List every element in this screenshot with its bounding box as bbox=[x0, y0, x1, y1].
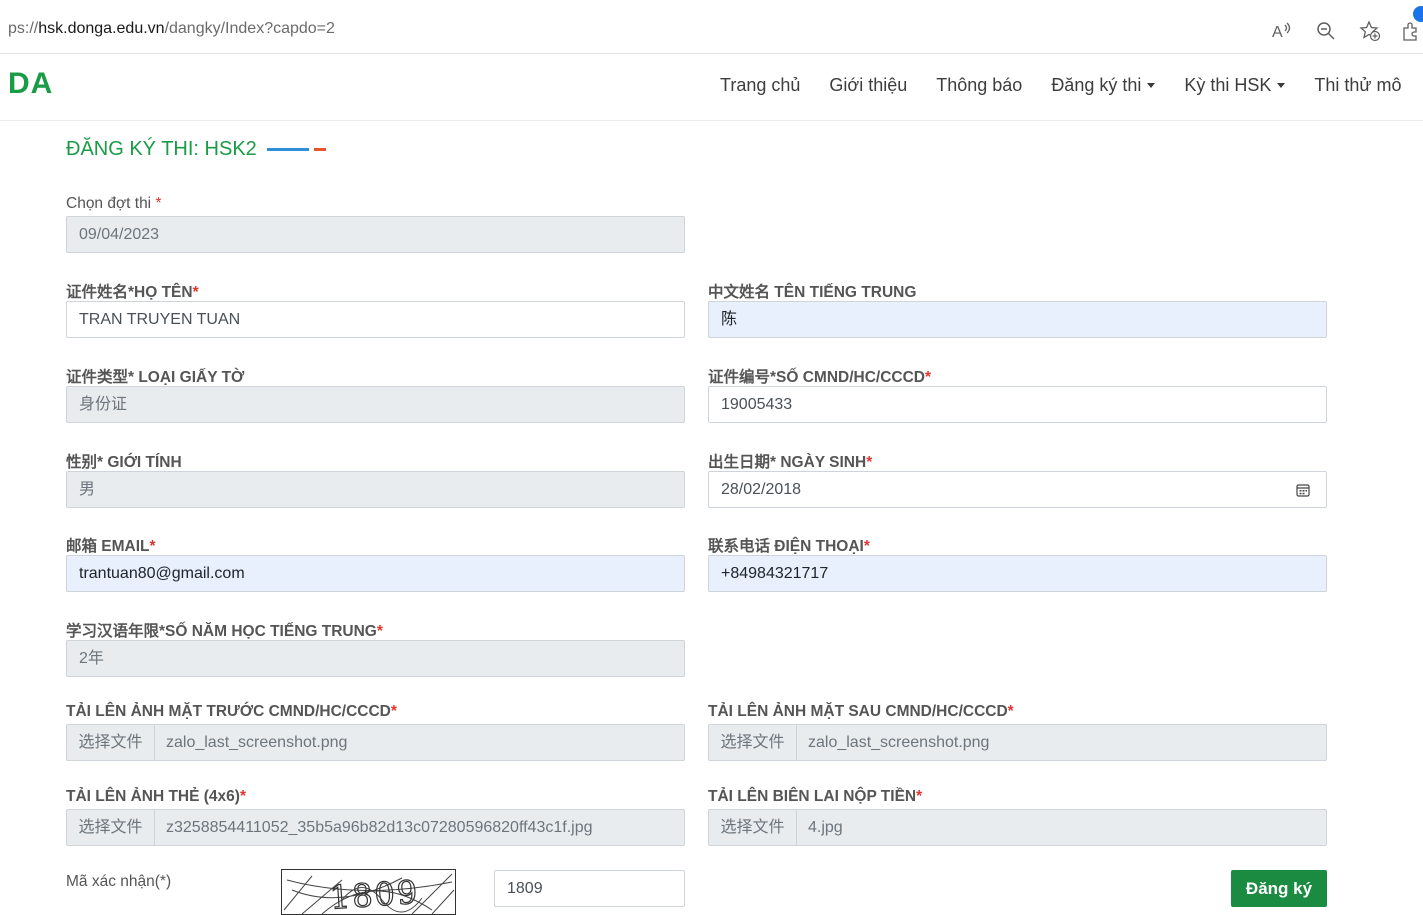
required-mark: * bbox=[149, 538, 156, 555]
url-host: hsk.donga.edu.vn bbox=[38, 20, 165, 37]
required-mark: * bbox=[916, 788, 923, 805]
required-mark: * bbox=[1007, 703, 1014, 720]
upload-photo-label-text: TẢI LÊN ẢNH THẺ (4x6) bbox=[66, 788, 240, 805]
exam-date-label: Chọn đợt thi * bbox=[66, 195, 161, 213]
chinese-name-input[interactable]: 陈 bbox=[708, 301, 1327, 338]
id-number-input[interactable]: 19005433 bbox=[708, 386, 1327, 423]
upload-back-label-text: TẢI LÊN ẢNH MẶT SAU CMND/HC/CCCD bbox=[708, 703, 1008, 720]
exam-date-select[interactable]: 09/04/2023 bbox=[66, 216, 685, 253]
phone-label: 联系电话 ĐIỆN THOẠI* bbox=[708, 534, 870, 556]
upload-receipt-file-input[interactable]: 选择文件 4.jpg bbox=[708, 809, 1327, 846]
upload-back-file-input[interactable]: 选择文件 zalo_last_screenshot.png bbox=[708, 724, 1327, 761]
required-mark: * bbox=[925, 369, 932, 386]
required-mark: * bbox=[376, 623, 383, 640]
upload-photo-file-input[interactable]: 选择文件 z3258854411052_35b5a96b82d13c072805… bbox=[66, 809, 685, 846]
upload-front-label: TẢI LÊN ẢNH MẶT TRƯỚC CMND/HC/CCCD* bbox=[66, 703, 397, 721]
extensions-icon[interactable] bbox=[1399, 6, 1423, 46]
read-aloud-icon[interactable]: A bbox=[1267, 16, 1297, 46]
nav-announcements-label: Thông báo bbox=[936, 75, 1023, 95]
zoom-out-icon[interactable] bbox=[1311, 16, 1341, 46]
nav-announcements[interactable]: Thông báo bbox=[936, 75, 1022, 96]
email-label: 邮箱 EMAIL* bbox=[66, 534, 156, 556]
file-name: zalo_last_screenshot.png bbox=[808, 734, 990, 751]
url-text[interactable]: ps://hsk.donga.edu.vn/dangky/Index?capdo… bbox=[8, 20, 335, 38]
required-mark: * bbox=[390, 703, 397, 720]
captcha-input[interactable]: 1809 bbox=[494, 870, 685, 907]
file-name: 4.jpg bbox=[808, 819, 843, 836]
phone-label-text: 联系电话 ĐIỆN THOẠI bbox=[708, 538, 864, 555]
email-input[interactable]: trantuan80@gmail.com bbox=[66, 555, 685, 592]
required-mark: * bbox=[239, 788, 247, 805]
id-type-label: 证件类型* LOẠI GIẤY TỜ bbox=[66, 369, 245, 386]
nav-register-dropdown[interactable]: Đăng ký thi bbox=[1051, 75, 1156, 96]
upload-back-label: TẢI LÊN ẢNH MẶT SAU CMND/HC/CCCD* bbox=[708, 703, 1014, 721]
id-number-label-text: 证件编号*SỐ CMND/HC/CCCD bbox=[708, 369, 926, 386]
birth-date-label-text: 出生日期* NGÀY SINH bbox=[708, 454, 867, 471]
file-name: zalo_last_screenshot.png bbox=[166, 734, 348, 751]
nav-about[interactable]: Giới thiệu bbox=[829, 75, 907, 96]
full-name-input[interactable]: TRAN TRUYEN TUAN bbox=[66, 301, 685, 338]
birth-date-value: 28/02/2018 bbox=[721, 481, 802, 498]
caret-down-icon bbox=[1147, 83, 1156, 88]
upload-photo-label: TẢI LÊN ẢNH THẺ (4x6)* bbox=[66, 788, 246, 806]
captcha-label: Mã xác nhận(*) bbox=[66, 873, 172, 890]
caret-down-icon bbox=[1277, 83, 1286, 88]
choose-file-button[interactable]: 选择文件 bbox=[67, 810, 155, 845]
gender-select[interactable]: 男 bbox=[66, 471, 685, 508]
browser-address-bar[interactable]: ps://hsk.donga.edu.vn/dangky/Index?capdo… bbox=[0, 6, 1423, 54]
upload-receipt-label: TẢI LÊN BIÊN LAI NỘP TIỀN* bbox=[708, 788, 922, 806]
captcha-text: 1809 bbox=[329, 873, 421, 915]
study-years-select[interactable]: 2年 bbox=[66, 640, 685, 677]
birth-date-input[interactable]: 28/02/2018 bbox=[708, 471, 1327, 508]
choose-file-button[interactable]: 选择文件 bbox=[709, 810, 797, 845]
nav-about-label: Giới thiệu bbox=[829, 75, 908, 95]
full-name-label-text: 证件姓名*HỌ TÊN bbox=[66, 284, 193, 301]
title-underline-red bbox=[313, 148, 326, 151]
nav-home-label: Trang chủ bbox=[720, 75, 801, 95]
page-title-text: ĐĂNG KÝ THI: HSK2 bbox=[66, 138, 257, 160]
page-title: ĐĂNG KÝ THI: HSK2 bbox=[66, 138, 326, 161]
url-prefix: ps:// bbox=[8, 20, 39, 37]
browser-toolbar: A bbox=[1253, 6, 1423, 46]
required-mark: * bbox=[192, 284, 199, 301]
phone-input[interactable]: +84984321717 bbox=[708, 555, 1327, 592]
favorites-icon[interactable] bbox=[1355, 16, 1385, 46]
title-underline-blue bbox=[266, 148, 309, 151]
register-submit-button[interactable]: Đăng ký bbox=[1231, 870, 1327, 907]
full-name-label: 证件姓名*HỌ TÊN* bbox=[66, 280, 199, 302]
email-label-text: 邮箱 EMAIL bbox=[66, 538, 150, 555]
upload-front-file-input[interactable]: 选择文件 zalo_last_screenshot.png bbox=[66, 724, 685, 761]
nav-mock-test-label: Thi thử mô bbox=[1314, 75, 1402, 95]
upload-front-label-text: TẢI LÊN ẢNH MẶT TRƯỚC CMND/HC/CCCD bbox=[66, 703, 391, 720]
study-years-label: 学习汉语年限*SỐ NĂM HỌC TIẾNG TRUNG* bbox=[66, 619, 383, 641]
id-type-select[interactable]: 身份证 bbox=[66, 386, 685, 423]
exam-date-label-text: Chọn đợt thi bbox=[66, 195, 156, 212]
upload-receipt-label-text: TẢI LÊN BIÊN LAI NỘP TIỀN bbox=[708, 788, 917, 805]
calendar-icon[interactable] bbox=[1296, 483, 1310, 497]
nav-home[interactable]: Trang chủ bbox=[720, 75, 800, 96]
nav-hsk-label: Kỳ thi HSK bbox=[1184, 75, 1272, 95]
id-number-label: 证件编号*SỐ CMND/HC/CCCD* bbox=[708, 365, 931, 387]
choose-file-button[interactable]: 选择文件 bbox=[67, 725, 155, 760]
nav-hsk-dropdown[interactable]: Kỳ thi HSK bbox=[1184, 75, 1286, 96]
study-years-label-text: 学习汉语年限*SỐ NĂM HỌC TIẾNG TRUNG bbox=[66, 623, 377, 640]
required-mark: * bbox=[155, 195, 162, 212]
svg-text:A: A bbox=[1272, 24, 1283, 41]
captcha-image: 1809 bbox=[281, 869, 456, 915]
main-nav: Trang chủ Giới thiệu Thông báo Đăng ký t… bbox=[720, 75, 1423, 96]
required-mark: * bbox=[866, 454, 873, 471]
gender-label: 性别* GIỚI TÍNH bbox=[66, 454, 182, 471]
profile-badge-icon bbox=[1413, 6, 1423, 22]
site-logo[interactable]: DA bbox=[8, 67, 53, 101]
nav-register-label: Đăng ký thi bbox=[1051, 75, 1142, 95]
required-mark: * bbox=[863, 538, 870, 555]
chinese-name-label: 中文姓名 TÊN TIẾNG TRUNG bbox=[708, 284, 917, 301]
choose-file-button[interactable]: 选择文件 bbox=[709, 725, 797, 760]
nav-mock-test[interactable]: Thi thử mô bbox=[1314, 75, 1401, 96]
birth-date-label: 出生日期* NGÀY SINH* bbox=[708, 450, 872, 472]
file-name: z3258854411052_35b5a96b82d13c07280596820… bbox=[166, 819, 593, 836]
site-navbar: DA Trang chủ Giới thiệu Thông báo Đăng k… bbox=[0, 55, 1423, 121]
url-path: /dangky/Index?capdo=2 bbox=[164, 20, 335, 37]
